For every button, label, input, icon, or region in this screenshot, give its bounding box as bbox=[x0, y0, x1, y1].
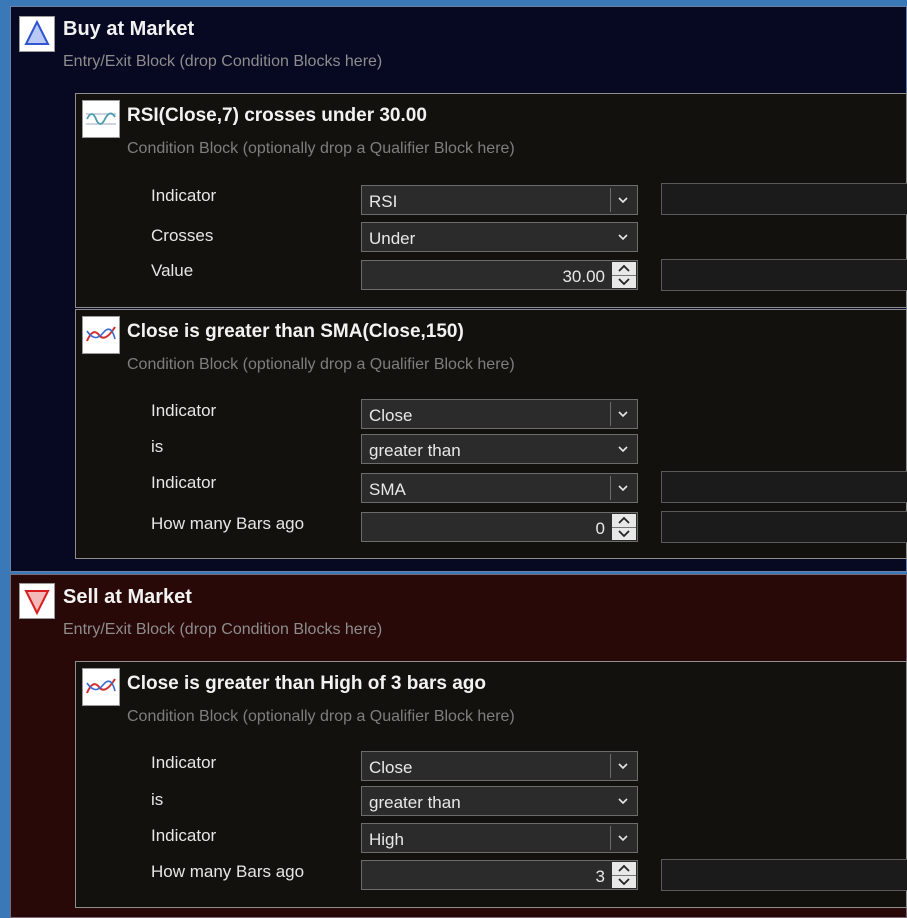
condition-subtitle: Condition Block (optionally drop a Quali… bbox=[127, 708, 515, 725]
field-label: How many Bars ago bbox=[151, 862, 305, 881]
bars-ago-parameters-panel[interactable] bbox=[661, 511, 907, 543]
spinner-value: 0 bbox=[595, 519, 605, 538]
dropdown-value: SMA bbox=[369, 480, 406, 499]
condition-title: RSI(Close,7) crosses under 30.00 bbox=[127, 105, 427, 126]
spinner-value: 30.00 bbox=[562, 267, 605, 286]
oscillator-chart-icon bbox=[82, 100, 120, 138]
field-label: is bbox=[151, 790, 164, 809]
buy-block-title: Buy at Market bbox=[63, 18, 195, 40]
indicator-parameters-panel[interactable] bbox=[661, 183, 907, 215]
chevron-down-icon bbox=[618, 411, 628, 418]
indicator-dropdown[interactable]: Close bbox=[361, 399, 638, 429]
indicator-parameters-panel[interactable] bbox=[661, 471, 907, 503]
dropdown-value: greater than bbox=[369, 793, 461, 812]
field-label: Indicator bbox=[151, 401, 217, 420]
dropdown-value: Under bbox=[369, 229, 416, 248]
bars-ago-spinner[interactable]: 0 bbox=[361, 512, 638, 542]
comparison-dropdown[interactable]: greater than bbox=[361, 434, 638, 464]
dropdown-value: Close bbox=[369, 406, 413, 425]
bars-ago-spinner[interactable]: 3 bbox=[361, 860, 638, 890]
field-label: Indicator bbox=[151, 473, 217, 492]
chevron-down-icon bbox=[618, 798, 628, 805]
comparison-dropdown[interactable]: greater than bbox=[361, 786, 638, 816]
sell-block-subtitle: Entry/Exit Block (drop Condition Blocks … bbox=[63, 621, 383, 638]
field-label: Crosses bbox=[151, 226, 214, 245]
spin-arrows-icon[interactable] bbox=[612, 862, 636, 888]
spin-arrows-icon[interactable] bbox=[612, 262, 636, 288]
value-spinner[interactable]: 30.00 bbox=[361, 260, 638, 290]
dropdown-value: Close bbox=[369, 758, 413, 777]
condition-subtitle: Condition Block (optionally drop a Quali… bbox=[127, 140, 515, 157]
chevron-down-icon bbox=[618, 763, 628, 770]
indicator-dropdown[interactable]: High bbox=[361, 823, 638, 853]
field-label: is bbox=[151, 437, 164, 456]
field-label: How many Bars ago bbox=[151, 514, 305, 533]
bars-ago-parameters-panel[interactable] bbox=[661, 859, 907, 891]
crossover-chart-icon bbox=[82, 316, 120, 354]
buy-triangle-icon bbox=[19, 16, 55, 52]
field-label: Value bbox=[151, 261, 194, 280]
condition-subtitle: Condition Block (optionally drop a Quali… bbox=[127, 356, 515, 373]
crossover-chart-icon bbox=[82, 668, 120, 706]
chevron-down-icon bbox=[618, 197, 628, 204]
dropdown-value: greater than bbox=[369, 441, 461, 460]
chevron-down-icon bbox=[618, 234, 628, 241]
condition-title: Close is greater than High of 3 bars ago bbox=[127, 673, 486, 694]
chevron-down-icon bbox=[618, 446, 628, 453]
condition-title: Close is greater than SMA(Close,150) bbox=[127, 321, 464, 342]
field-label: Indicator bbox=[151, 186, 217, 205]
crosses-dropdown[interactable]: Under bbox=[361, 222, 638, 252]
sell-block-title: Sell at Market bbox=[63, 586, 192, 608]
indicator-dropdown[interactable]: RSI bbox=[361, 185, 638, 215]
value-parameters-panel[interactable] bbox=[661, 259, 907, 291]
indicator-dropdown[interactable]: SMA bbox=[361, 473, 638, 503]
chevron-down-icon bbox=[618, 835, 628, 842]
indicator-dropdown[interactable]: Close bbox=[361, 751, 638, 781]
dropdown-value: High bbox=[369, 830, 404, 849]
field-label: Indicator bbox=[151, 753, 217, 772]
field-label: Indicator bbox=[151, 826, 217, 845]
chevron-down-icon bbox=[618, 485, 628, 492]
spin-arrows-icon[interactable] bbox=[612, 514, 636, 540]
buy-block-subtitle: Entry/Exit Block (drop Condition Blocks … bbox=[63, 53, 383, 70]
dropdown-value: RSI bbox=[369, 192, 398, 211]
spinner-value: 3 bbox=[595, 867, 605, 886]
sell-triangle-icon bbox=[19, 583, 55, 619]
